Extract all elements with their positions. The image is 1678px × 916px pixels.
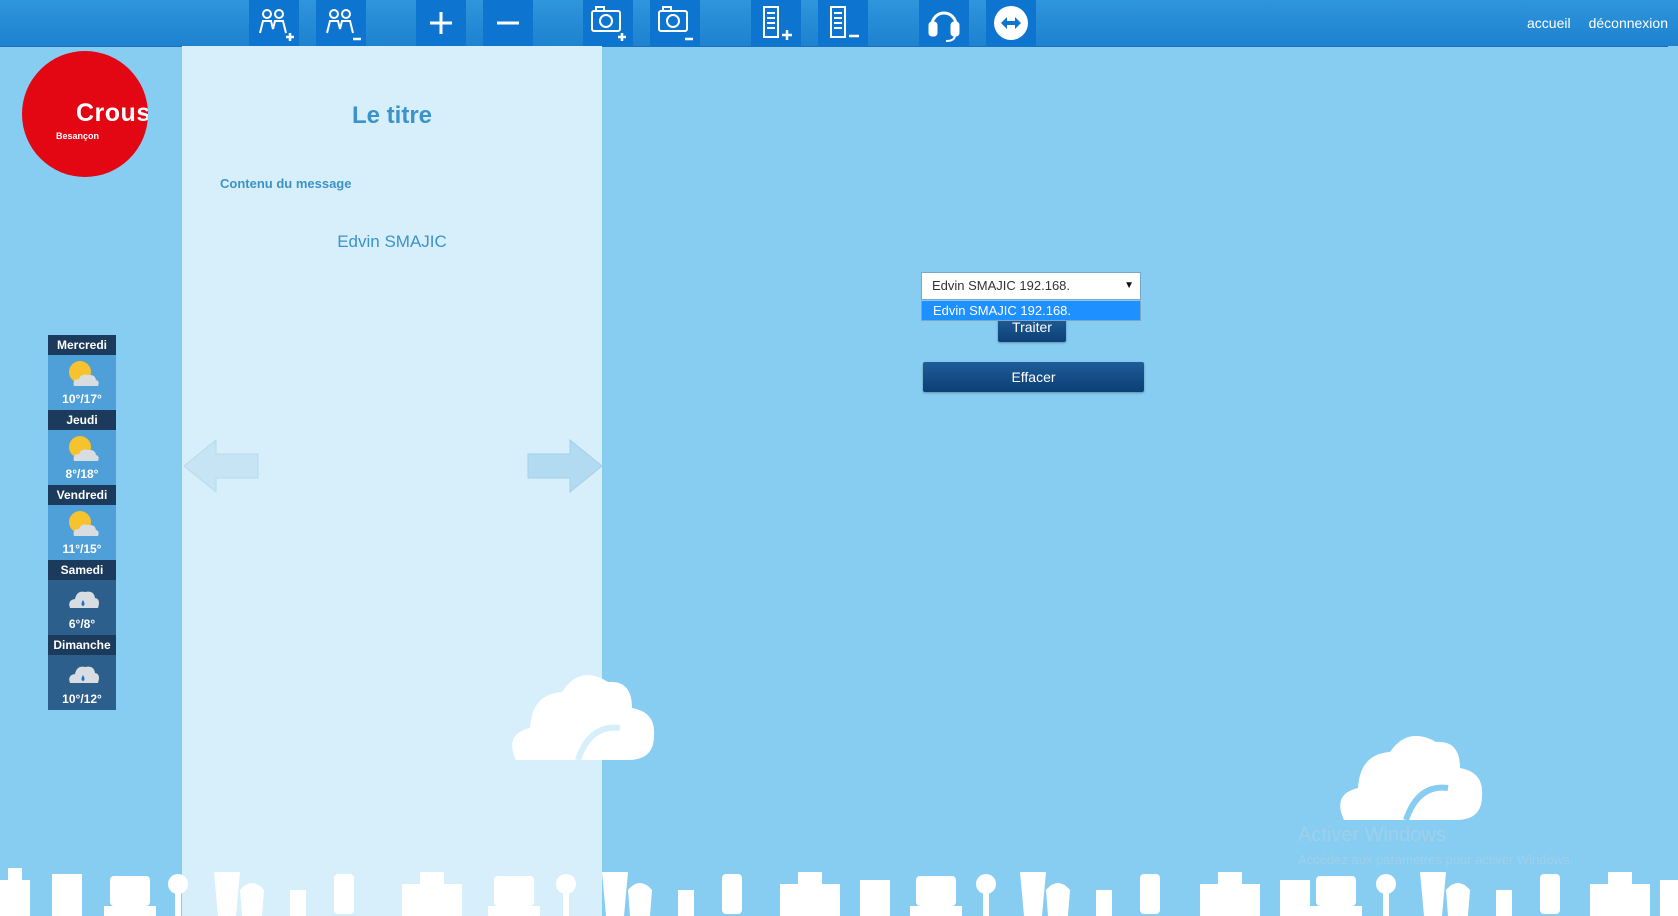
home-link[interactable]: accueil xyxy=(1527,15,1571,31)
cloud-decoration xyxy=(1340,735,1483,822)
support-button[interactable] xyxy=(919,0,969,46)
next-arrow-icon[interactable] xyxy=(524,436,604,496)
logout-link[interactable]: déconnexion xyxy=(1589,15,1668,31)
add-button[interactable] xyxy=(416,0,466,46)
crous-logo[interactable]: Crous Besançon xyxy=(22,51,148,177)
cloud-decoration xyxy=(512,674,655,762)
message-author: Edvin SMAJIC xyxy=(337,232,447,251)
weather-widget: Mercredi 10°/17° Jeudi 8°/18° Vendredi 1… xyxy=(48,335,116,710)
message-title: Le titre xyxy=(351,102,432,129)
host-select[interactable]: Edvin SMAJIC 192.168. ▼ xyxy=(921,272,1141,300)
top-toolbar: accueil déconnexion xyxy=(0,0,1678,47)
add-group-button[interactable] xyxy=(249,0,299,46)
host-select-option[interactable]: Edvin SMAJIC 192.168. xyxy=(921,301,1141,321)
weather-day: Jeudi 8°/18° xyxy=(48,410,116,485)
remove-button[interactable] xyxy=(483,0,533,46)
remove-group-button[interactable] xyxy=(316,0,366,46)
host-select-value: Edvin SMAJIC 192.168. xyxy=(932,278,1071,293)
logo-brand: Crous xyxy=(76,99,148,127)
group-plus-icon xyxy=(259,9,294,41)
weather-day-label: Mercredi xyxy=(48,335,116,355)
headset-icon xyxy=(928,11,960,42)
weather-temp: 8°/18° xyxy=(65,467,99,481)
rain-cloud-icon xyxy=(69,666,99,683)
scrollbar[interactable] xyxy=(1668,46,1678,916)
camera-minus-icon xyxy=(658,6,693,41)
add-list-button[interactable] xyxy=(751,0,801,46)
weather-day-label: Samedi xyxy=(48,560,116,580)
weather-day-label: Jeudi xyxy=(48,410,116,430)
group-minus-icon xyxy=(326,9,361,41)
logo-city: Besançon xyxy=(56,131,100,141)
weather-day-label: Vendredi xyxy=(48,485,116,505)
weather-day: Dimanche 10°/12° xyxy=(48,635,116,710)
previous-arrow-icon[interactable] xyxy=(182,436,262,496)
add-camera-button[interactable] xyxy=(583,0,633,46)
minus-icon xyxy=(497,21,519,25)
plus-icon xyxy=(430,12,452,34)
sun-cloud-icon xyxy=(69,361,99,386)
weather-day: Vendredi 11°/15° xyxy=(48,485,116,560)
chevron-down-icon: ▼ xyxy=(1124,280,1134,291)
remove-list-button[interactable] xyxy=(818,0,868,46)
sun-cloud-icon xyxy=(69,436,99,461)
rain-cloud-icon xyxy=(69,591,99,608)
double-arrow-icon xyxy=(994,6,1028,40)
weather-temp: 10°/17° xyxy=(62,392,102,406)
list-minus-icon xyxy=(830,6,859,38)
weather-temp: 6°/8° xyxy=(68,617,96,631)
weather-temp: 11°/15° xyxy=(62,542,102,556)
remove-camera-button[interactable] xyxy=(650,0,700,46)
sun-cloud-icon xyxy=(69,511,99,536)
process-button[interactable]: Traiter xyxy=(998,318,1066,342)
list-plus-icon xyxy=(763,6,792,40)
message-content-label: Contenu du message xyxy=(220,176,352,191)
weather-temp: 10°/12° xyxy=(62,692,102,706)
weather-day: Samedi 6°/8° xyxy=(48,560,116,635)
camera-plus-icon xyxy=(591,6,626,41)
clear-button[interactable]: Effacer xyxy=(923,362,1144,392)
transfer-button[interactable] xyxy=(986,0,1036,46)
activation-watermark-text: Accédez aux paramètres pour activer Wind… xyxy=(1298,852,1574,867)
activation-watermark-title: Activer Windows xyxy=(1298,824,1446,846)
message-panel: Le titre Contenu du message Edvin SMAJIC xyxy=(182,46,604,916)
weather-day: Mercredi 10°/17° xyxy=(48,335,116,410)
weather-day-label: Dimanche xyxy=(48,635,116,655)
